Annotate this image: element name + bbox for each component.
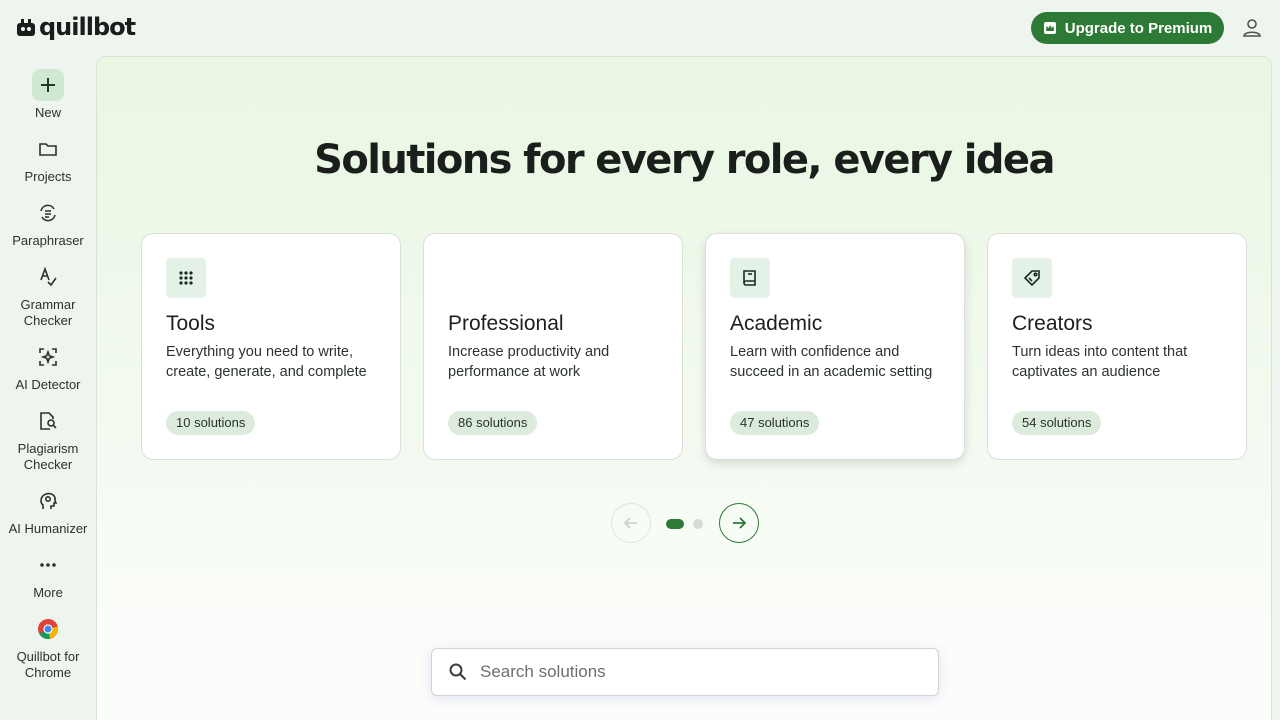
arrow-right-icon: [733, 517, 747, 529]
sidebar-item-plagiarism-checker[interactable]: Plagiarism Checker: [0, 405, 96, 473]
sidebar-item-label: More: [33, 585, 63, 600]
carousel-next-button[interactable]: [719, 503, 759, 543]
solution-card-creators[interactable]: Creators Turn ideas into content that ca…: [987, 233, 1247, 460]
search-icon: [449, 663, 467, 681]
quillbot-logo[interactable]: quillbot: [16, 13, 136, 41]
page-title: Solutions for every role, every idea: [314, 137, 1055, 183]
card-description: Learn with confidence and succeed in an …: [730, 344, 933, 380]
card-description: Turn ideas into content that captivates …: [1012, 344, 1188, 380]
upgrade-premium-button[interactable]: Upgrade to Premium: [1031, 12, 1224, 44]
upgrade-label: Upgrade to Premium: [1064, 19, 1213, 37]
card-description: Everything you need to write, create, ge…: [166, 344, 367, 380]
card-title: Tools: [166, 312, 216, 335]
sidebar-item-projects[interactable]: Projects: [0, 133, 96, 185]
top-bar: quillbot Upgrade to Premium: [0, 0, 1280, 56]
sidebar-item-quillbot-for-chrome[interactable]: Quillbot for Chrome: [0, 613, 96, 681]
solution-card-tools[interactable]: Tools Everything you need to write, crea…: [141, 233, 401, 460]
solution-card-academic[interactable]: Academic Learn with confidence and succe…: [705, 233, 965, 460]
main-panel: Solutions for every role, every idea Too…: [96, 56, 1272, 720]
sidebar-item-ai-humanizer[interactable]: AI Humanizer: [0, 485, 96, 537]
logo-text: quillbot: [39, 13, 136, 41]
sidebar-item-new[interactable]: New: [0, 69, 96, 121]
card-title: Creators: [1012, 312, 1093, 335]
crown-icon: [1043, 22, 1056, 34]
carousel-prev-button[interactable]: [611, 503, 651, 543]
sidebar-item-paraphraser[interactable]: Paraphraser: [0, 197, 96, 249]
sidebar-item-ai-detector[interactable]: AI Detector: [0, 341, 96, 393]
solution-card-professional[interactable]: Professional Increase productivity and p…: [423, 233, 683, 460]
tag-icon: [1012, 258, 1052, 298]
more-dots-icon: [32, 549, 64, 581]
card-title: Professional: [448, 312, 564, 335]
sidebar: New Projects Paraphraser Grammar Checker: [0, 56, 96, 720]
sidebar-item-label: New: [34, 105, 61, 120]
grid-icon: [166, 258, 206, 298]
folder-icon: [32, 133, 64, 165]
carousel-page-dot-1[interactable]: [666, 519, 684, 529]
solutions-count-badge: 54 solutions: [1012, 411, 1102, 435]
solutions-count-badge: 86 solutions: [448, 411, 538, 435]
sidebar-item-label: Grammar Checker: [20, 297, 76, 328]
sidebar-item-label: Quillbot for Chrome: [16, 649, 80, 680]
quillbot-logo-icon: [17, 19, 35, 36]
grammar-icon: [32, 261, 64, 293]
chrome-icon: [32, 613, 64, 645]
plagiarism-icon: [32, 405, 64, 437]
sidebar-item-label: AI Humanizer: [8, 521, 88, 536]
sidebar-item-more[interactable]: More: [0, 549, 96, 601]
sidebar-item-label: AI Detector: [15, 377, 81, 392]
arrow-left-icon: [623, 517, 637, 529]
card-title: Academic: [730, 312, 823, 335]
solutions-count-badge: 47 solutions: [730, 411, 820, 435]
sidebar-item-label: Plagiarism Checker: [17, 441, 79, 472]
sidebar-item-label: Paraphraser: [12, 233, 84, 248]
humanizer-icon: [32, 485, 64, 517]
sidebar-item-label: Projects: [24, 169, 72, 184]
paraphraser-icon: [32, 197, 64, 229]
book-icon: [730, 258, 770, 298]
ai-detector-icon: [32, 341, 64, 373]
account-button[interactable]: [1240, 16, 1264, 40]
sidebar-item-grammar-checker[interactable]: Grammar Checker: [0, 261, 96, 329]
card-description: Increase productivity and performance at…: [448, 344, 610, 380]
solutions-count-badge: 10 solutions: [166, 411, 256, 435]
search-input[interactable]: [480, 662, 920, 682]
plus-icon: [32, 69, 64, 101]
search-box[interactable]: [431, 648, 939, 696]
carousel-page-dot-2[interactable]: [693, 519, 703, 529]
user-icon: [1243, 19, 1261, 37]
